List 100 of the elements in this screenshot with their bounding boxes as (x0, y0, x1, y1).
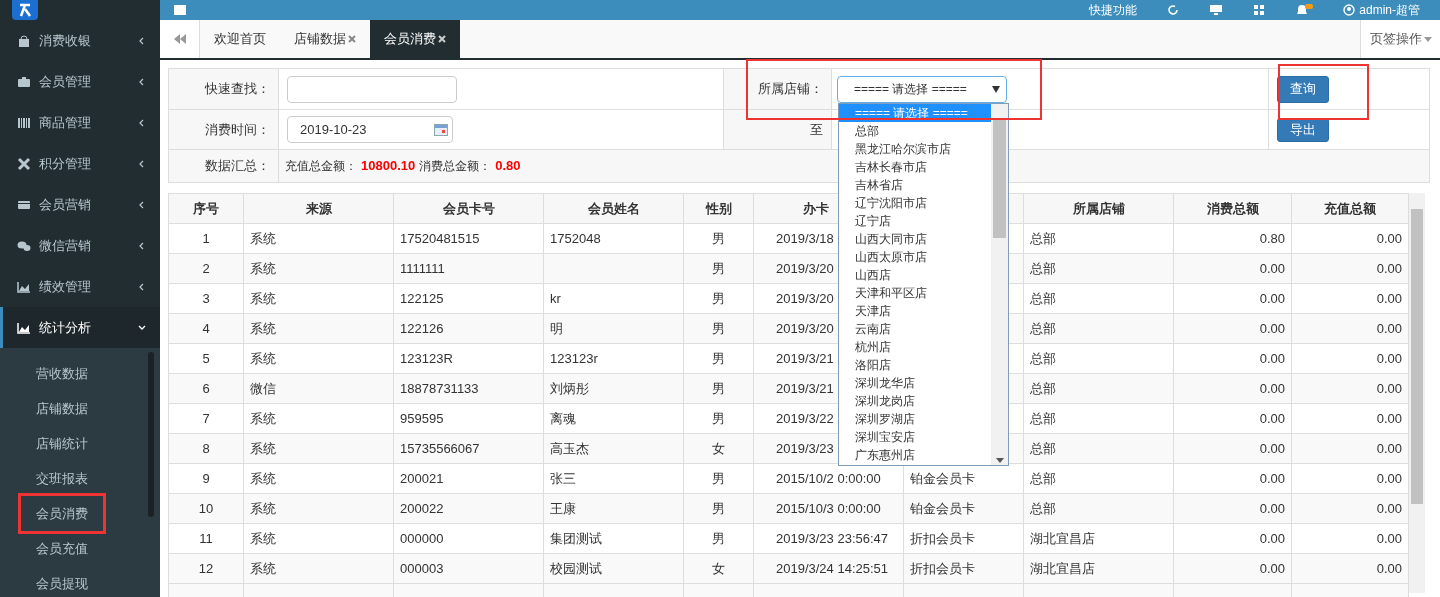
dropdown-option[interactable]: 深圳罗湖店 (839, 410, 991, 428)
tab-actions-dropdown[interactable]: 页签操作 (1360, 20, 1440, 58)
table-cell: 铂金会员卡 (910, 470, 975, 486)
table-cell: 2019/3/18 (776, 230, 834, 246)
sidebar-submenu-item[interactable]: 店铺数据 (36, 398, 88, 419)
dropdown-option[interactable]: 杭州店 (839, 338, 991, 356)
table-cell: 刘炳彤 (550, 380, 589, 396)
quick-function-link[interactable]: 快捷功能 (1089, 1, 1138, 19)
table-cell: 123123r (550, 350, 598, 366)
sidebar-menu-item[interactable]: 微信营销 (0, 225, 160, 266)
query-button[interactable]: 查询 (1277, 75, 1329, 103)
sidebar-submenu-item[interactable]: 交班报表 (36, 468, 88, 489)
dropdown-option[interactable]: 深圳龙华店 (839, 374, 991, 392)
table-cell: 2 (202, 260, 210, 276)
dropdown-option[interactable]: 辽宁沈阳市店 (839, 194, 991, 212)
refresh-icon[interactable] (1167, 4, 1180, 16)
table-cell: 2019/3/21 (776, 380, 834, 396)
scrollbar[interactable] (1409, 193, 1425, 593)
table-cell: 男 (712, 470, 725, 486)
dropdown-arrow-icon (992, 85, 1000, 93)
table-cell: 女 (712, 560, 725, 576)
sidebar-menu-item[interactable]: 绩效管理 (0, 266, 160, 307)
table-cell: 0.00 (1259, 560, 1285, 576)
bell-icon[interactable] (1295, 4, 1314, 16)
store-dropdown-list[interactable]: ===== 请选择 ===== 总部 黑龙江哈尔滨市店 吉林长春市店 吉林省店 辽宁沈阳市店 辽宁店 山西大同市店 山西太原市店 山西店 天津和平区店 天津店 云南店 杭州店 洛阳店 深圳龙华店 深圳龙岗店 深圳罗湖店 深圳宝安店 广东惠州店 (838, 103, 1009, 466)
table-cell: 0.00 (1376, 410, 1402, 426)
close-icon[interactable] (438, 35, 446, 43)
sidebar-submenu-item[interactable]: 店铺统计 (36, 433, 88, 454)
dropdown-option[interactable]: 山西太原市店 (839, 248, 991, 266)
column-header: 来源 (305, 200, 332, 216)
sidebar-menu-item[interactable]: 统计分析 (0, 307, 160, 348)
dropdown-option[interactable]: 云南店 (839, 320, 991, 338)
dropdown-option[interactable]: 总部 (839, 122, 991, 140)
scrollbar[interactable] (991, 104, 1008, 465)
dropdown-option[interactable]: 吉林长春市店 (839, 158, 991, 176)
sidebar-menu-item[interactable]: 会员管理 (0, 61, 160, 102)
bag-icon (17, 33, 31, 48)
dropdown-option[interactable]: 辽宁店 (839, 212, 991, 230)
chevron-left-icon (138, 200, 146, 209)
table-cell: 铂金会员卡 (910, 500, 975, 516)
table-cell: 0.00 (1259, 350, 1285, 366)
user-name[interactable]: admin-超管 (1359, 1, 1420, 19)
quick-search-field[interactable] (287, 75, 457, 103)
field-label: 快速查找： (205, 80, 270, 99)
caret-icon (1423, 36, 1432, 42)
export-button[interactable]: 导出 (1277, 117, 1329, 142)
table-cell: 0.00 (1376, 440, 1402, 456)
monitor-icon[interactable] (1209, 4, 1224, 16)
dropdown-option[interactable]: 天津和平区店 (839, 284, 991, 302)
tab[interactable]: 店铺数据 (280, 20, 370, 58)
sidebar-submenu-item[interactable]: 会员消费 (21, 495, 103, 532)
date-field[interactable]: 2019-10-23 (287, 116, 453, 143)
dropdown-option[interactable]: 广东惠州店 (839, 446, 991, 464)
sidebar-submenu-item[interactable]: 营收数据 (36, 363, 88, 384)
store-select[interactable]: ===== 请选择 ===== (837, 75, 1007, 103)
tab-scroll-left-button[interactable] (160, 20, 200, 58)
table-cell: 男 (712, 500, 725, 516)
dropdown-option[interactable]: 山西大同市店 (839, 230, 991, 248)
dropdown-option[interactable]: 吉林省店 (839, 176, 991, 194)
table-cell: kr (550, 290, 561, 306)
range-separator: 至 (810, 120, 823, 139)
sidebar-menu-item[interactable]: 商品管理 (0, 102, 160, 143)
dropdown-option[interactable]: 洛阳店 (839, 356, 991, 374)
dropdown-option[interactable]: 天津店 (839, 302, 991, 320)
table-cell: 12 (198, 560, 214, 576)
summary-label: 消费总金额： (419, 158, 492, 175)
table-cell: 总部 (1030, 320, 1056, 336)
table-cell: 000000 (400, 530, 444, 546)
scrollbar[interactable] (148, 352, 154, 517)
table-cell: 0.00 (1259, 470, 1285, 486)
table-cell: 总部 (1030, 230, 1056, 246)
table-cell: 17520481515 (400, 230, 480, 246)
sidebar-submenu-item[interactable]: 会员提现 (36, 573, 88, 594)
sidebar-menu-item[interactable]: 消费收银 (0, 20, 160, 61)
dropdown-option[interactable]: 黑龙江哈尔滨市店 (839, 140, 991, 158)
table-cell: 0.00 (1376, 260, 1402, 276)
table-cell: 0.00 (1259, 500, 1285, 516)
table-cell: 2019/3/23 23:56:47 (776, 530, 889, 546)
dropdown-option[interactable]: 深圳宝安店 (839, 428, 991, 446)
tab[interactable]: 欢迎首页 (200, 20, 280, 58)
dropdown-option[interactable]: 深圳龙岗店 (839, 392, 991, 410)
chart-icon (17, 320, 31, 335)
summary-value: 10800.10 (361, 157, 416, 176)
table-cell: 000003 (400, 560, 444, 576)
column-header: 办卡 (803, 200, 829, 216)
sidebar-submenu-item[interactable]: 会员充值 (36, 538, 88, 559)
table-cell: 10 (198, 500, 214, 516)
dropdown-option[interactable]: 山西店 (839, 266, 991, 284)
table-cell: 0.00 (1259, 290, 1285, 306)
crossed-icon (17, 156, 31, 171)
table-cell: 男 (712, 410, 725, 426)
table-cell: 200022 (400, 500, 444, 516)
sidebar-menu-item[interactable]: 积分管理 (0, 143, 160, 184)
table-cell: 集团测试 (550, 530, 602, 546)
table-cell: 0.00 (1376, 350, 1402, 366)
grid-icon[interactable] (1253, 4, 1266, 16)
table-cell: 0.00 (1259, 440, 1285, 456)
table-cell: 男 (712, 530, 725, 546)
tab[interactable]: 会员消费 (370, 20, 460, 58)
sidebar-menu-item[interactable]: 会员营销 (0, 184, 160, 225)
